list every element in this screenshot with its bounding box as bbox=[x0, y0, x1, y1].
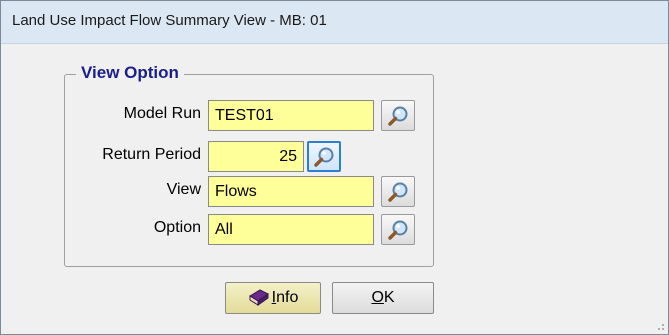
model-run-field[interactable]: TEST01 bbox=[208, 100, 374, 131]
magnifier-icon bbox=[388, 220, 408, 240]
magnifier-icon bbox=[388, 182, 408, 202]
title-bar[interactable]: Land Use Impact Flow Summary View - MB: … bbox=[1, 1, 668, 44]
return-period-label: Return Period bbox=[102, 146, 201, 163]
model-run-label: Model Run bbox=[123, 105, 201, 122]
info-button-label: Info bbox=[271, 289, 299, 306]
return-period-field[interactable]: 25 bbox=[208, 141, 304, 172]
ok-button-label: OK bbox=[371, 289, 395, 306]
resize-grip-icon[interactable] bbox=[653, 319, 665, 331]
return-period-lookup-button[interactable] bbox=[307, 141, 341, 172]
option-label: Option bbox=[153, 219, 201, 236]
book-icon bbox=[248, 289, 269, 306]
view-lookup-button[interactable] bbox=[381, 176, 415, 207]
magnifier-icon bbox=[314, 147, 334, 167]
model-run-lookup-button[interactable] bbox=[381, 100, 415, 131]
magnifier-icon bbox=[388, 106, 408, 126]
option-lookup-button[interactable] bbox=[381, 214, 415, 245]
view-field[interactable]: Flows bbox=[208, 176, 374, 207]
group-legend: View Option bbox=[76, 63, 184, 83]
window-title: Land Use Impact Flow Summary View - MB: … bbox=[12, 12, 327, 29]
ok-button[interactable]: OK bbox=[332, 282, 434, 314]
view-label: View bbox=[166, 181, 201, 198]
option-field[interactable]: All bbox=[208, 214, 374, 245]
dialog-window: Land Use Impact Flow Summary View - MB: … bbox=[0, 0, 669, 335]
info-button[interactable]: Info bbox=[225, 282, 321, 314]
